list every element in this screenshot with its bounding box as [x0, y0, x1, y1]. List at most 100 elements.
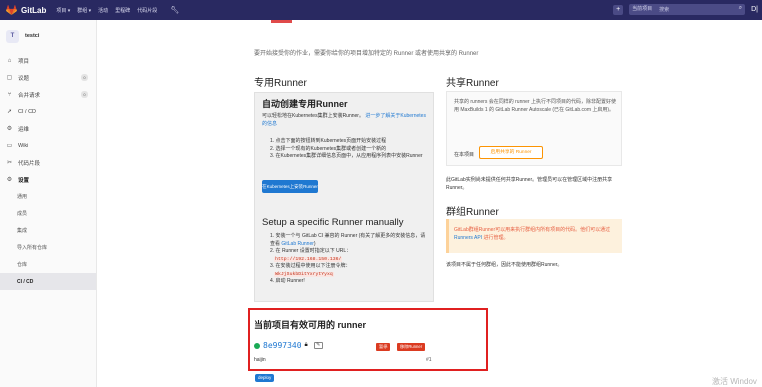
gitlab-logo[interactable]: GitLab	[6, 5, 46, 15]
search-input[interactable]	[655, 4, 734, 15]
settings-sub-import[interactable]: 导入所有仓库	[0, 239, 96, 256]
auto-create-steps: 1. 点击下面的按钮转到Kubernetes页面开始安装过程 2. 选择一个现有…	[270, 138, 430, 161]
settings-sub-integrations[interactable]: 集成	[0, 222, 96, 239]
sidebar-item-label: 议题	[18, 75, 30, 82]
sidebar-item-ci-cd[interactable]: ➚ CI / CD	[0, 103, 96, 120]
project-avatar: T	[6, 29, 19, 43]
sidebar-item-label: CI / CD	[18, 108, 37, 115]
merge-requests-count-badge: 0	[81, 91, 88, 98]
top-nav: 项目 ▾ 群组 ▾ 活动 里程碑 代码片段 🔧︎	[56, 6, 179, 14]
merge-request-icon: ⑂	[7, 91, 12, 98]
runner-id-link[interactable]: 8e997340	[263, 341, 302, 350]
sidebar-item-issues[interactable]: ▢ 议题 0	[0, 69, 96, 86]
auto-desc-text: 可以轻松地在Kubernetes集群上安装Runner。	[262, 113, 364, 119]
gitlab-runner-link[interactable]: GitLab Runner	[281, 241, 314, 247]
group-desc-end: 进行管理。	[482, 235, 509, 241]
group-desc-text: GitLab群组Runner可以用来执行群组内所有项目的代码。他们可以通过	[454, 227, 611, 233]
manual-url-row: http://192.168.150.136/	[270, 256, 430, 264]
book-icon: ▭	[6, 143, 13, 149]
lock-icon: 🔒︎	[304, 342, 308, 348]
runners-intro: 要开始接受你的作业，需要你给你的项目增加特定的 Runner 或者使用共享的 R…	[254, 51, 479, 57]
issues-icon: ▢	[6, 75, 13, 81]
sidebar-item-label: 代码片段	[18, 160, 41, 167]
settings-sub-general[interactable]: 通用	[0, 188, 96, 205]
runner-number: #1	[426, 357, 432, 363]
auto-step-2: 2. 选择一个现有的Kubernetes集群或者创建一个新的	[270, 145, 387, 152]
auto-create-description: 可以轻松地在Kubernetes集群上安装Runner。 进一步了解关于Kube…	[262, 113, 430, 128]
new-plus-icon[interactable]: +	[613, 4, 624, 15]
gear-icon: ⚙	[6, 177, 13, 183]
brand-name: GitLab	[21, 5, 47, 15]
shared-runner-description: 共享的 runners 会在同样的 runner 上执行不同项目的代码，除非配置…	[454, 99, 616, 113]
runner-tag: deploy	[255, 374, 275, 382]
sidebar-item-settings[interactable]: ⚙ 设置	[0, 171, 96, 188]
sidebar-project[interactable]: T testci	[0, 26, 96, 46]
nav-projects[interactable]: 项目 ▾	[56, 7, 70, 14]
user-menu-icon[interactable]: D|	[751, 6, 758, 13]
active-tab-indicator	[271, 20, 292, 23]
windows-activation-watermark: 激活 Windov	[712, 377, 757, 386]
manual-setup-title: Setup a specific Runner manually	[262, 217, 404, 228]
manual-step-4: 4. 启动 Runner!	[270, 278, 305, 284]
edit-icon[interactable]: ✎	[313, 342, 323, 349]
settings-sub-repository[interactable]: 仓库	[0, 256, 96, 273]
manual-step-1-end: )	[313, 240, 316, 247]
group-runner-heading: 群组Runner	[446, 207, 499, 218]
project-sidebar: T testci ⌂ 项目 ▢ 议题 0 ⑂ 合并请求 0 ➚ CI / CD …	[0, 20, 97, 387]
project-name: testci	[25, 33, 40, 39]
registration-token[interactable]: WkJjSukbDitYxrytYyxq	[274, 271, 334, 277]
coordinator-url[interactable]: http://192.168.150.136/	[274, 256, 343, 262]
remove-runner-button[interactable]: 移除Runner	[397, 343, 426, 351]
group-runner-description: GitLab群组Runner可以用来执行群组内所有项目的代码。他们可以通过 Ru…	[454, 226, 619, 242]
rocket-icon: ➚	[6, 109, 13, 115]
admin-wrench-icon[interactable]: 🔧︎	[170, 6, 179, 14]
snippet-icon: ✂	[6, 160, 13, 166]
available-runners-title: 当前项目有效可用的 runner	[254, 320, 367, 330]
sidebar-item-project[interactable]: ⌂ 项目	[0, 52, 96, 69]
gitlab-fox-icon	[6, 5, 17, 15]
settings-sub-members[interactable]: 成员	[0, 205, 96, 222]
nav-snippets[interactable]: 代码片段	[137, 7, 157, 14]
sidebar-item-operations[interactable]: ⚙ 运维	[0, 120, 96, 137]
top-navbar: GitLab 项目 ▾ 群组 ▾ 活动 里程碑 代码片段 🔧︎ + 当前项目 ⌕…	[0, 0, 762, 20]
topbar-right: + 当前项目 ⌕ D|	[613, 4, 758, 15]
sidebar-item-snippets[interactable]: ✂ 代码片段	[0, 154, 96, 171]
sidebar-item-label: Wiki	[18, 142, 29, 149]
search-scope[interactable]: 当前项目	[629, 4, 656, 15]
manual-setup-steps: 1. 安装一个与 GitLab CI 兼容的 Runner (有关了解更多的安装…	[270, 233, 430, 286]
enable-shared-runner-button[interactable]: 启用共享的 Runner	[479, 146, 543, 159]
install-runner-kubernetes-button[interactable]: 在Kubernetes上安装Runner	[262, 180, 318, 193]
manual-step-1: 1. 安装一个与 GitLab CI 兼容的 Runner (有关了解更多的安装…	[270, 233, 430, 248]
sidebar-item-merge-requests[interactable]: ⑂ 合并请求 0	[0, 86, 96, 103]
auto-create-title: 自动创建专用Runner	[262, 99, 348, 109]
runner-status-dot	[254, 342, 260, 349]
runner-item: 8e997340 🔒︎ ✎	[254, 341, 323, 350]
nav-groups[interactable]: 群组 ▾	[77, 7, 91, 14]
auto-step-3: 3. 在Kubernetes集群详细信息页面中，从应用程序列表中安装Runner	[270, 153, 423, 159]
specific-runner-heading: 专用Runner	[254, 78, 307, 89]
nav-activity[interactable]: 活动	[98, 7, 108, 14]
runners-api-link[interactable]: Runners API	[454, 235, 482, 241]
shared-runner-note: 此GitLab实例尚未提供任何共享Runner。管理员可以在管理区域中注册共享R…	[446, 177, 613, 191]
sidebar-item-wiki[interactable]: ▭ Wiki	[0, 137, 96, 154]
pause-runner-button[interactable]: 暂停	[376, 343, 391, 351]
group-runner-note: 该项目不属于任何群组，因此不能使用群组Runner。	[446, 262, 563, 268]
sidebar-item-label: 设置	[18, 177, 30, 184]
sidebar-item-label: 项目	[18, 58, 30, 65]
auto-step-1: 1. 点击下面的按钮转到Kubernetes页面开始安装过程	[270, 138, 387, 144]
settings-sub-ci-cd[interactable]: CI / CD	[0, 273, 96, 290]
home-icon: ⌂	[7, 57, 12, 64]
shared-runner-label: 在本项目	[454, 152, 475, 158]
manual-step-2: 2. 在 Runner 设置时指定以下 URL：	[270, 248, 352, 254]
search-box: ⌕	[655, 4, 746, 15]
sidebar-item-label: 运维	[18, 126, 30, 133]
search-icon: ⌕	[738, 5, 743, 11]
sidebar-nav: ⌂ 项目 ▢ 议题 0 ⑂ 合并请求 0 ➚ CI / CD ⚙ 运维 ▭ Wi…	[0, 52, 96, 290]
manual-token-row: WkJjSukbDitYxrytYyxq	[270, 271, 430, 279]
manual-step-3: 3. 在安装过程中使用以下注册令牌：	[270, 263, 351, 269]
operations-icon: ⚙	[6, 126, 13, 132]
sidebar-item-label: 合并请求	[18, 92, 41, 99]
issues-count-badge: 0	[81, 74, 88, 81]
shared-runner-heading: 共享Runner	[446, 78, 499, 89]
nav-milestones[interactable]: 里程碑	[115, 7, 130, 14]
